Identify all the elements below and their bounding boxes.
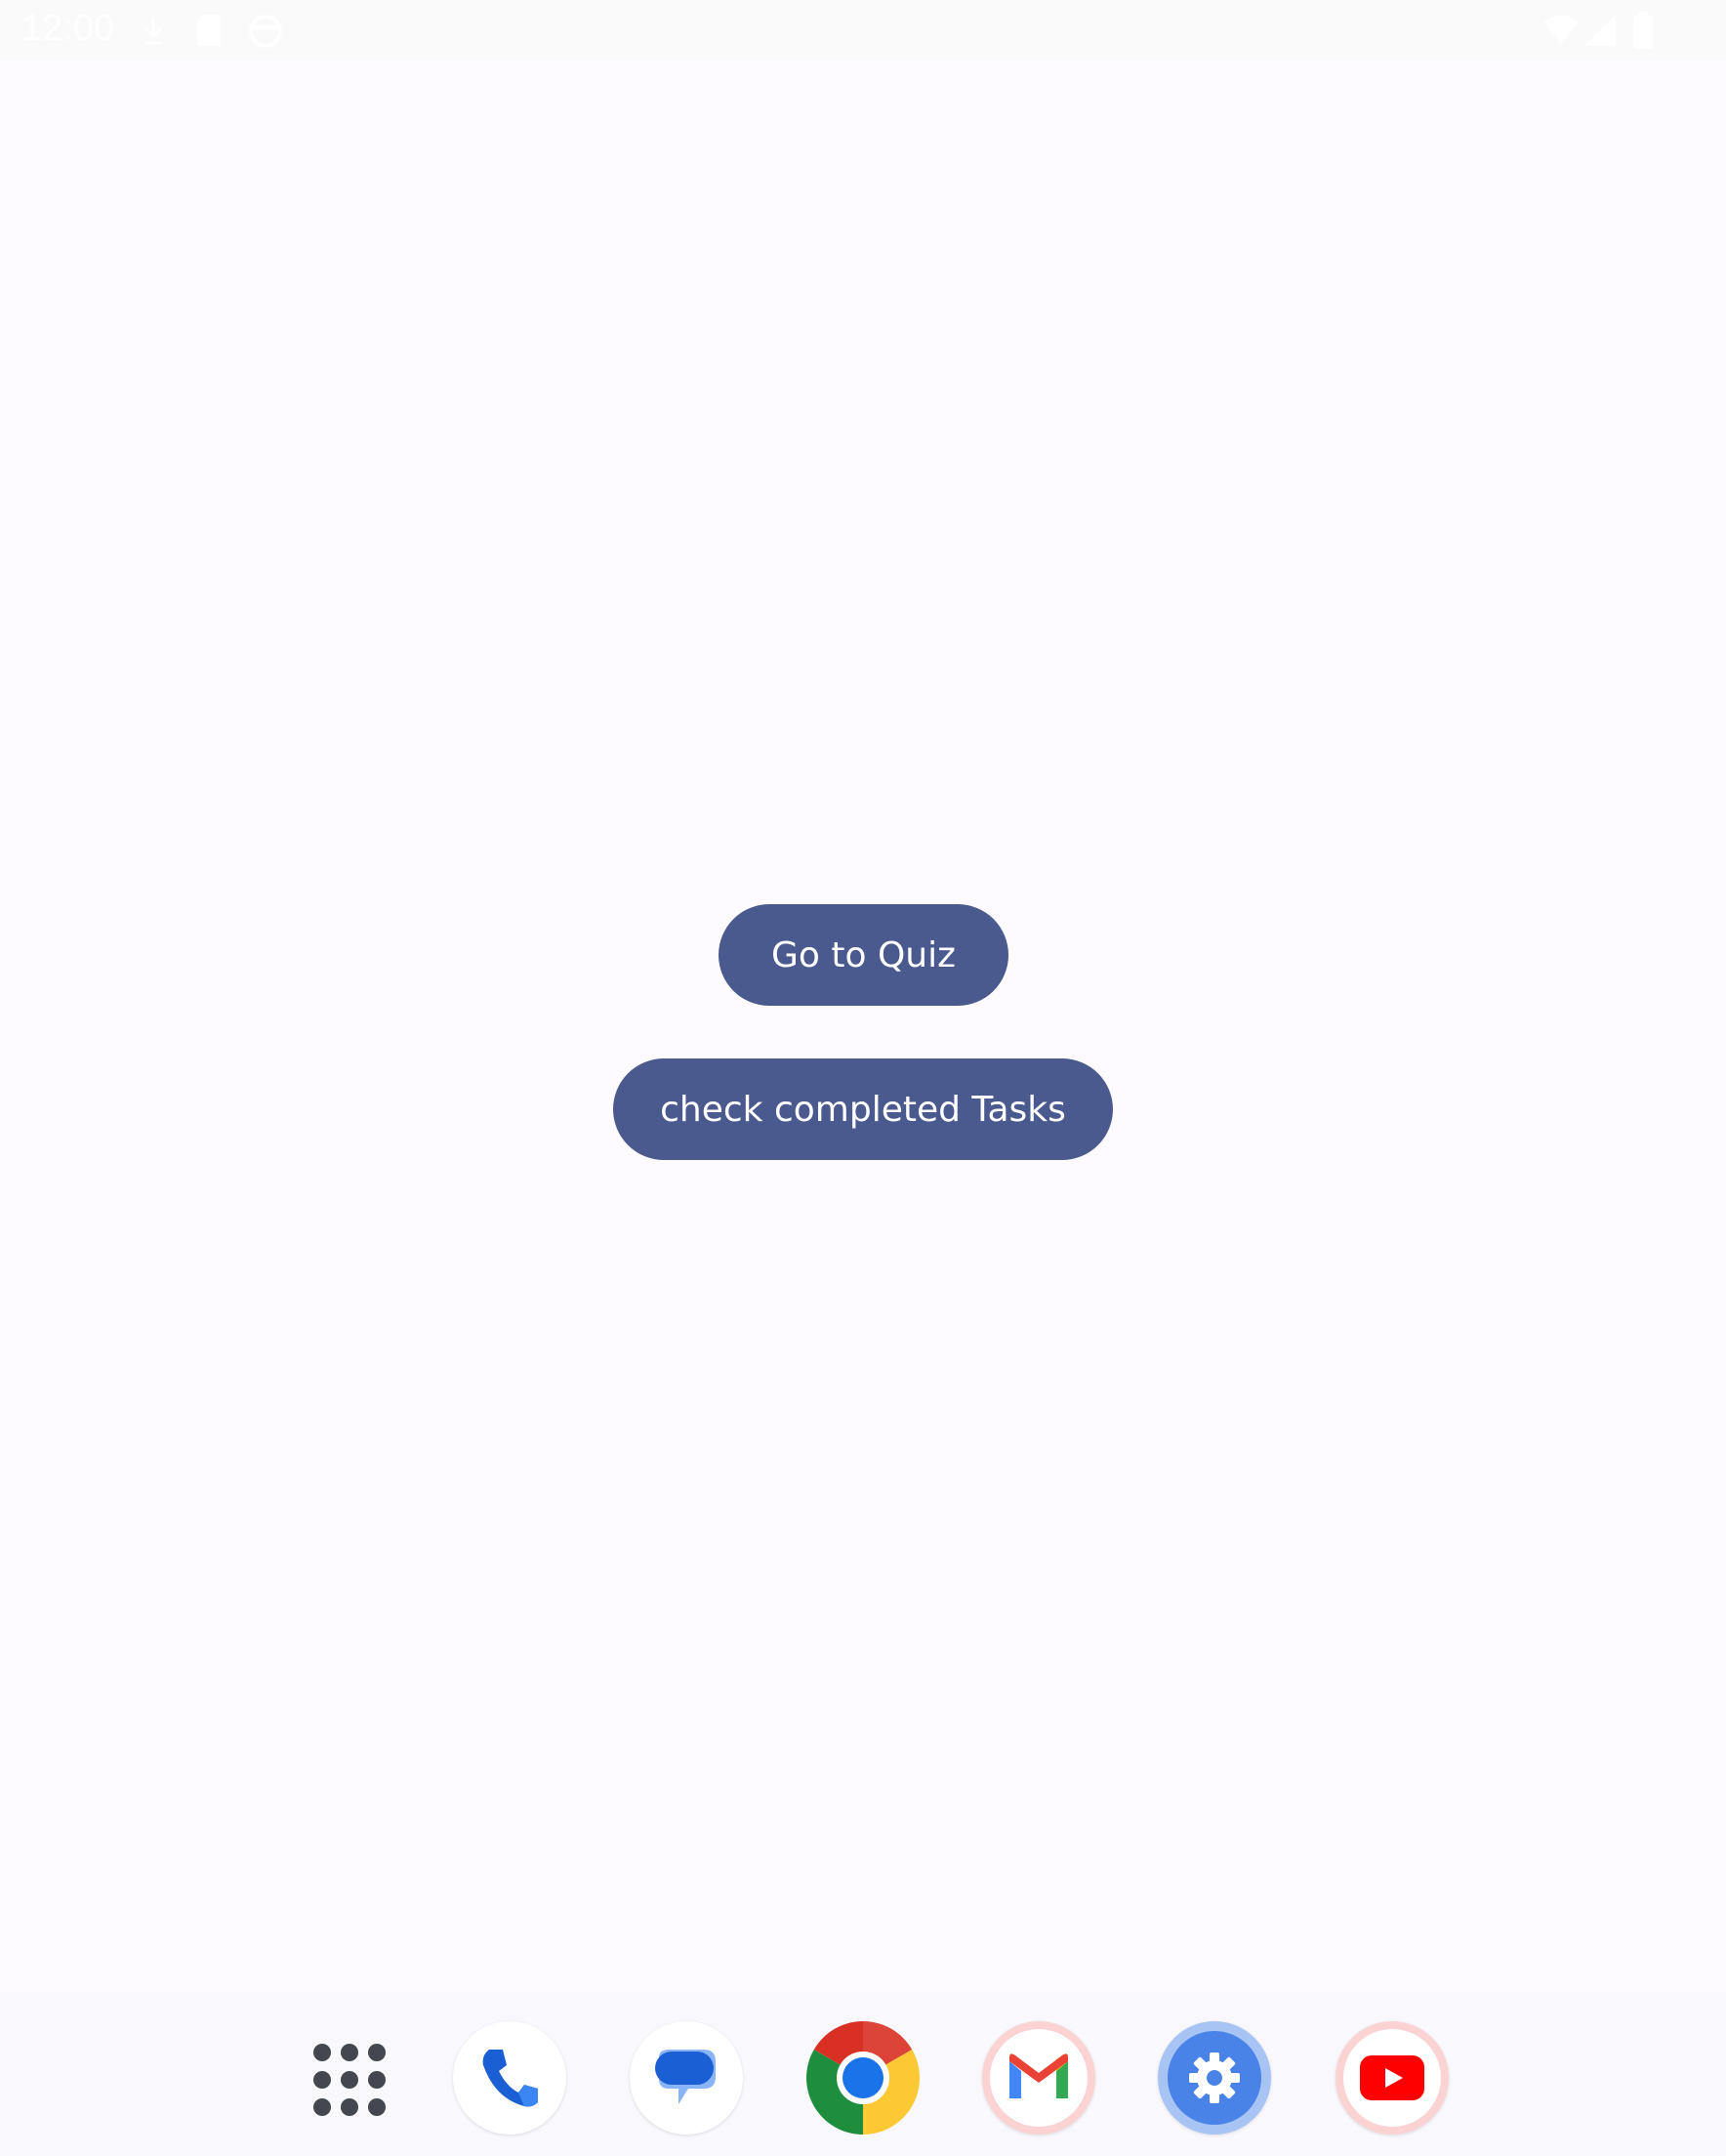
app-drawer-icon[interactable]	[310, 2041, 389, 2119]
go-to-quiz-label: Go to Quiz	[771, 934, 956, 975]
go-to-quiz-button[interactable]: Go to Quiz	[719, 904, 1008, 1006]
chrome-app[interactable]	[806, 2021, 920, 2135]
messages-app[interactable]	[630, 2021, 743, 2135]
gmail-icon	[1009, 2053, 1068, 2098]
download-icon	[144, 18, 163, 45]
gmail-app[interactable]	[982, 2021, 1095, 2135]
messages-icon	[655, 2050, 716, 2104]
check-completed-tasks-label: check completed Tasks	[660, 1089, 1066, 1130]
check-completed-tasks-button[interactable]: check completed Tasks	[613, 1058, 1113, 1160]
chrome-icon	[806, 2021, 920, 2135]
youtube-icon	[1360, 2055, 1424, 2100]
settings-icon	[1189, 2052, 1240, 2103]
phone-icon	[482, 2050, 538, 2107]
status-bar: 12:00	[0, 0, 1726, 61]
face-icon	[249, 15, 282, 48]
battery-icon	[1633, 12, 1653, 49]
settings-app[interactable]	[1158, 2021, 1271, 2135]
sd-card-icon	[197, 15, 221, 46]
youtube-app[interactable]	[1336, 2021, 1449, 2135]
status-time: 12:00	[21, 8, 115, 49]
phone-app[interactable]	[453, 2021, 566, 2135]
signal-icon	[1584, 15, 1616, 46]
wifi-icon	[1543, 15, 1579, 44]
home-screen: 12:00 Go to Quiz check completed Tasks	[0, 0, 1726, 2156]
